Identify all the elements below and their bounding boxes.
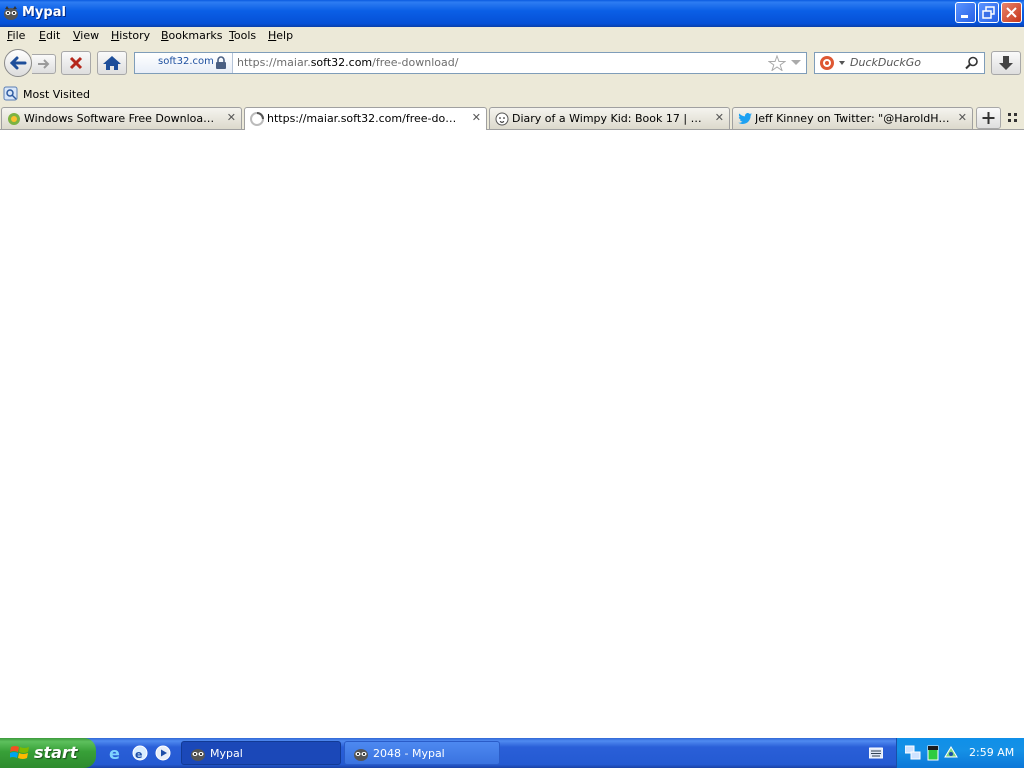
mypal-app-icon bbox=[4, 6, 18, 20]
home-button[interactable] bbox=[97, 51, 127, 75]
clock: 2:59 AM bbox=[969, 746, 1015, 759]
network-icon[interactable] bbox=[905, 745, 921, 761]
tab-close-icon[interactable]: ✕ bbox=[472, 111, 481, 124]
url-text[interactable]: https://maiar.soft32.com/free-download/ bbox=[237, 56, 458, 69]
loading-spinner-icon bbox=[250, 112, 264, 126]
plus-icon bbox=[982, 112, 995, 124]
page-content-area[interactable] bbox=[0, 130, 1024, 738]
tab-close-icon[interactable]: ✕ bbox=[958, 111, 967, 124]
site-identity-box[interactable]: soft32.com bbox=[135, 53, 233, 73]
taskbar-item-2048-mypal[interactable]: 2048 - Mypal bbox=[344, 741, 500, 765]
system-tray: 2:59 AM bbox=[896, 738, 1024, 768]
identity-host: soft32.com bbox=[158, 56, 214, 67]
soft32-favicon bbox=[8, 113, 20, 125]
task-label: 2048 - Mypal bbox=[373, 747, 445, 760]
menu-file[interactable]: File bbox=[7, 29, 25, 42]
stop-x-icon bbox=[69, 56, 83, 70]
safely-remove-hardware-icon[interactable] bbox=[943, 745, 959, 761]
most-visited-label: Most Visited bbox=[23, 88, 90, 101]
mypal-app-icon bbox=[354, 749, 368, 761]
url-bar[interactable]: soft32.com https://maiar.soft32.com/free… bbox=[134, 52, 807, 74]
close-icon bbox=[1006, 7, 1017, 18]
menu-bookmarks[interactable]: Bookmarks bbox=[161, 29, 222, 42]
menu-edit[interactable]: Edit bbox=[39, 29, 60, 42]
search-icon[interactable] bbox=[965, 56, 979, 70]
taskbar-item-mypal[interactable]: Mypal bbox=[181, 741, 341, 765]
minimize-button[interactable] bbox=[955, 2, 976, 23]
menu-bar: File Edit View History Bookmarks Tools H… bbox=[0, 27, 1024, 45]
menu-history[interactable]: History bbox=[111, 29, 150, 42]
tab-jeff-kinney-twitter[interactable]: Jeff Kinney on Twitter: "@HaroldH6607...… bbox=[732, 107, 973, 129]
tab-close-icon[interactable]: ✕ bbox=[227, 111, 236, 124]
svg-text:e: e bbox=[135, 748, 142, 761]
tab-diary-wimpy-kid[interactable]: Diary of a Wimpy Kid: Book 17 | Diary o.… bbox=[489, 107, 730, 129]
back-arrow-icon bbox=[9, 56, 27, 70]
tab-label: https://maiar.soft32.com/free-download/ bbox=[267, 112, 465, 125]
tab-windows-software[interactable]: Windows Software Free Download - So... ✕ bbox=[1, 107, 242, 129]
bookmarks-toolbar: Most Visited bbox=[0, 83, 1024, 106]
svg-text:e: e bbox=[109, 745, 120, 761]
tab-label: Diary of a Wimpy Kid: Book 17 | Diary o.… bbox=[512, 112, 708, 125]
forward-button[interactable] bbox=[32, 54, 56, 74]
most-visited-bookmark[interactable]: Most Visited bbox=[3, 86, 90, 102]
tab-strip: Windows Software Free Download - So... ✕… bbox=[0, 106, 1024, 130]
mypal-app-icon bbox=[191, 749, 205, 761]
tab-label: Jeff Kinney on Twitter: "@HaroldH6607... bbox=[755, 112, 951, 125]
list-all-tabs-icon[interactable] bbox=[1007, 112, 1019, 124]
url-dropdown-icon[interactable] bbox=[790, 59, 802, 67]
tab-maiar-soft32[interactable]: https://maiar.soft32.com/free-download/ … bbox=[244, 107, 487, 130]
wimpy-kid-favicon bbox=[495, 112, 509, 126]
task-label: Mypal bbox=[210, 747, 243, 760]
restore-icon bbox=[982, 6, 995, 19]
forward-arrow-icon bbox=[38, 59, 50, 69]
menu-tools[interactable]: Tools bbox=[229, 29, 256, 42]
close-window-button[interactable] bbox=[1001, 2, 1022, 23]
title-bar[interactable]: Mypal bbox=[0, 0, 1024, 27]
start-button[interactable]: start bbox=[0, 738, 96, 768]
duckduckgo-engine-icon[interactable] bbox=[819, 55, 847, 71]
search-bar[interactable]: DuckDuckGo bbox=[814, 52, 985, 74]
lock-icon bbox=[216, 56, 226, 69]
email-client-icon[interactable]: e bbox=[132, 745, 148, 761]
battery-power-icon[interactable] bbox=[927, 745, 939, 761]
menu-view[interactable]: View bbox=[73, 29, 99, 42]
tab-close-icon[interactable]: ✕ bbox=[715, 111, 724, 124]
minimize-icon bbox=[961, 15, 968, 18]
stop-button[interactable] bbox=[61, 51, 91, 75]
taskbar: start e e Mypal 2048 - Mypal 2:59 AM bbox=[0, 738, 1024, 768]
download-arrow-icon bbox=[999, 56, 1013, 70]
navigation-toolbar: soft32.com https://maiar.soft32.com/free… bbox=[0, 45, 1024, 83]
restore-button[interactable] bbox=[978, 2, 999, 23]
back-button[interactable] bbox=[4, 49, 32, 77]
bookmark-star-icon[interactable] bbox=[768, 55, 786, 71]
home-icon bbox=[103, 56, 121, 70]
start-label: start bbox=[34, 743, 78, 762]
media-player-icon[interactable] bbox=[155, 745, 171, 761]
menu-help[interactable]: Help bbox=[268, 29, 293, 42]
new-tab-button[interactable] bbox=[976, 107, 1001, 129]
twitter-bird-icon bbox=[738, 113, 752, 124]
search-placeholder: DuckDuckGo bbox=[850, 56, 921, 69]
most-visited-icon bbox=[3, 86, 18, 101]
internet-explorer-icon[interactable]: e bbox=[108, 745, 126, 761]
tab-label: Windows Software Free Download - So... bbox=[24, 112, 220, 125]
windows-logo-icon bbox=[10, 746, 29, 759]
window-title: Mypal bbox=[22, 5, 66, 20]
downloads-button[interactable] bbox=[991, 51, 1021, 75]
keyboard-language-icon[interactable] bbox=[869, 747, 883, 759]
